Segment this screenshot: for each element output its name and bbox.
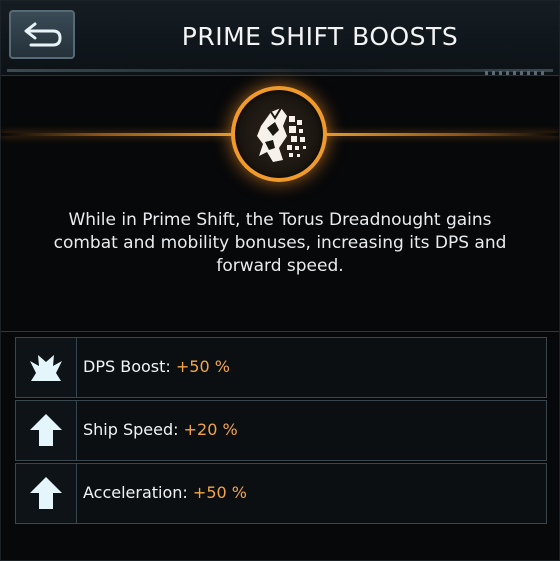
boost-row-acceleration: Acceleration: +50 % <box>15 463 547 524</box>
boost-row-ship-speed: Ship Speed: +20 % <box>15 400 547 461</box>
arrow-up-icon <box>30 477 62 509</box>
header-divider <box>7 69 553 72</box>
arrow-up-icon <box>30 414 62 446</box>
boost-value: +50 % <box>175 357 230 376</box>
boost-value: +20 % <box>183 420 238 439</box>
boost-value: +50 % <box>192 483 247 502</box>
boost-label: Acceleration: <box>83 483 188 502</box>
boost-icon-cell <box>16 338 77 397</box>
boost-label: Ship Speed: <box>83 420 179 439</box>
boost-icon-cell <box>16 464 77 523</box>
boost-text: DPS Boost: +50 % <box>83 356 230 378</box>
torus-dreadnought-prime-shift-icon <box>257 107 306 162</box>
prime-shift-emblem <box>231 86 327 182</box>
header-bar: PRIME SHIFT BOOSTS <box>1 1 559 76</box>
burst-icon <box>30 355 62 381</box>
boosts-panel: PRIME SHIFT BOOSTS While in Prime Shift,… <box>0 0 560 561</box>
boost-text: Ship Speed: +20 % <box>83 419 238 441</box>
boost-icon-cell <box>16 401 77 460</box>
boost-row-dps: DPS Boost: +50 % <box>15 337 547 398</box>
boost-label: DPS Boost: <box>83 357 171 376</box>
boost-description: While in Prime Shift, the Torus Dreadnou… <box>53 210 507 276</box>
back-arrow-icon <box>24 22 62 47</box>
page-title: PRIME SHIFT BOOSTS <box>181 22 459 51</box>
boost-text: Acceleration: +50 % <box>83 482 247 504</box>
back-button[interactable] <box>9 10 75 59</box>
section-divider <box>1 331 559 332</box>
header-decoration <box>485 71 545 75</box>
